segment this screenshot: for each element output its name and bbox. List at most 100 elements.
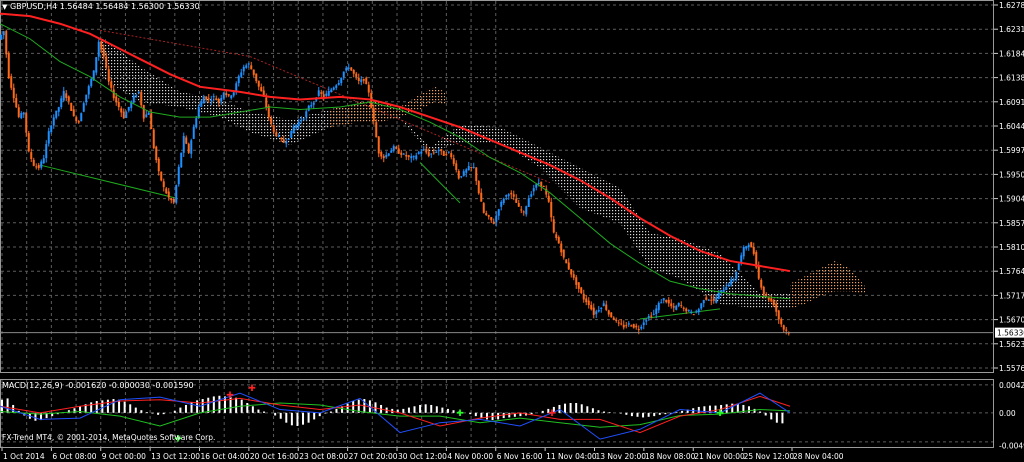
candle-body: [162, 181, 165, 188]
candle-body: [372, 108, 375, 122]
candle-body: [475, 167, 478, 182]
price-tick-label: 1.55760: [999, 364, 1024, 373]
candle-body: [200, 101, 203, 107]
candle-body: [445, 154, 448, 156]
candle-body: [735, 271, 738, 279]
candle-body: [710, 299, 713, 301]
candle-body: [495, 215, 498, 223]
candle-body: [732, 279, 735, 281]
macd-tick-label: 0.004241: [999, 381, 1024, 390]
candle-body: [752, 246, 755, 254]
candle-body: [642, 322, 645, 326]
candle-body: [702, 300, 705, 304]
time-tick-label: 23 Oct 08:00: [299, 452, 348, 461]
candle-body: [415, 155, 418, 159]
collapse-arrow-icon[interactable]: ▼: [2, 3, 7, 11]
candle-body: [57, 107, 60, 112]
candle-body: [555, 234, 558, 238]
sell-marker: ✚: [548, 409, 556, 419]
candle-body: [342, 71, 345, 78]
candle-body: [25, 112, 28, 133]
candle-body: [615, 319, 618, 321]
candle-body: [40, 161, 43, 168]
candle-body: [737, 263, 740, 271]
candle-body: [547, 195, 550, 202]
candle-body: [442, 150, 445, 156]
candle-body: [727, 284, 730, 286]
candle-body: [502, 198, 505, 204]
candle-body: [687, 310, 690, 312]
candle-body: [507, 194, 510, 196]
watermark: FX-Trend MT4, © 2001-2014, MetaQuotes So…: [2, 433, 215, 442]
candle-body: [297, 121, 300, 127]
candle-body: [620, 323, 623, 325]
candle-body: [100, 41, 103, 50]
candle-body: [512, 194, 515, 197]
candle-body: [112, 89, 115, 99]
candle-body: [375, 122, 378, 138]
candle-body: [490, 217, 493, 221]
candle-body: [212, 96, 215, 98]
candle-body: [497, 209, 500, 216]
candle-body: [277, 135, 280, 137]
candle-body: [652, 313, 655, 315]
candle-body: [240, 72, 243, 77]
candle-body: [257, 80, 260, 87]
candle-body: [182, 136, 185, 153]
candle-body: [405, 154, 408, 157]
candle-body: [347, 67, 350, 69]
candle-body: [447, 151, 450, 153]
price-tick-label: 1.57640: [999, 267, 1024, 276]
time-tick-label: 9 Oct 00:00: [102, 452, 146, 461]
candle-body: [602, 303, 605, 307]
candle-body: [357, 77, 360, 82]
candle-body: [590, 304, 593, 310]
candle-body: [202, 96, 205, 104]
time-tick-label: 13 Oct 12:00: [151, 452, 200, 461]
candle-body: [387, 153, 390, 156]
candle-body: [332, 87, 335, 90]
candle-body: [562, 249, 565, 258]
candle-body: [145, 114, 148, 118]
price-tick-label: 1.62780: [999, 1, 1024, 10]
time-tick-label: 1 Oct 2014: [3, 452, 45, 461]
candle-body: [17, 107, 20, 117]
candle-body: [410, 156, 413, 159]
candle-body: [350, 67, 353, 71]
price-tick-label: 1.58100: [999, 243, 1024, 252]
candle-body: [485, 213, 488, 216]
chart-background: [0, 0, 1024, 462]
macd-window-header: MACD(12,26,9) -0.001620 -0.000030 -0.001…: [2, 381, 194, 390]
candle-body: [457, 170, 460, 179]
candle-body: [455, 163, 458, 170]
candle-body: [517, 203, 520, 207]
candle-body: [672, 306, 675, 308]
candle-body: [122, 111, 125, 119]
candle-body: [397, 148, 400, 154]
candle-body: [460, 176, 463, 178]
candle-body: [722, 289, 725, 293]
candle-body: [210, 99, 213, 101]
candle-body: [102, 48, 105, 57]
candle-body: [690, 311, 693, 313]
candle-body: [647, 316, 650, 318]
candle-body: [572, 274, 575, 278]
candle-body: [695, 311, 698, 313]
current-price-label: 1.56330: [997, 329, 1024, 338]
candle-body: [120, 108, 123, 113]
candle-body: [305, 111, 308, 118]
candle-body: [180, 152, 183, 168]
candle-body: [22, 112, 25, 115]
candle-body: [175, 185, 178, 203]
candle-body: [740, 255, 743, 263]
candle-body: [205, 96, 208, 100]
candle-body: [560, 243, 563, 253]
candle-body: [782, 325, 785, 330]
trading-chart[interactable]: 1.62780 1.62310 1.61840 1.61380 1.60910 1.604…: [0, 0, 1024, 462]
candle-body: [70, 102, 73, 111]
candle-body: [237, 76, 240, 84]
candle-body: [32, 159, 35, 166]
candle-body: [627, 323, 630, 325]
candle-body: [610, 312, 613, 318]
candle-body: [630, 325, 633, 327]
